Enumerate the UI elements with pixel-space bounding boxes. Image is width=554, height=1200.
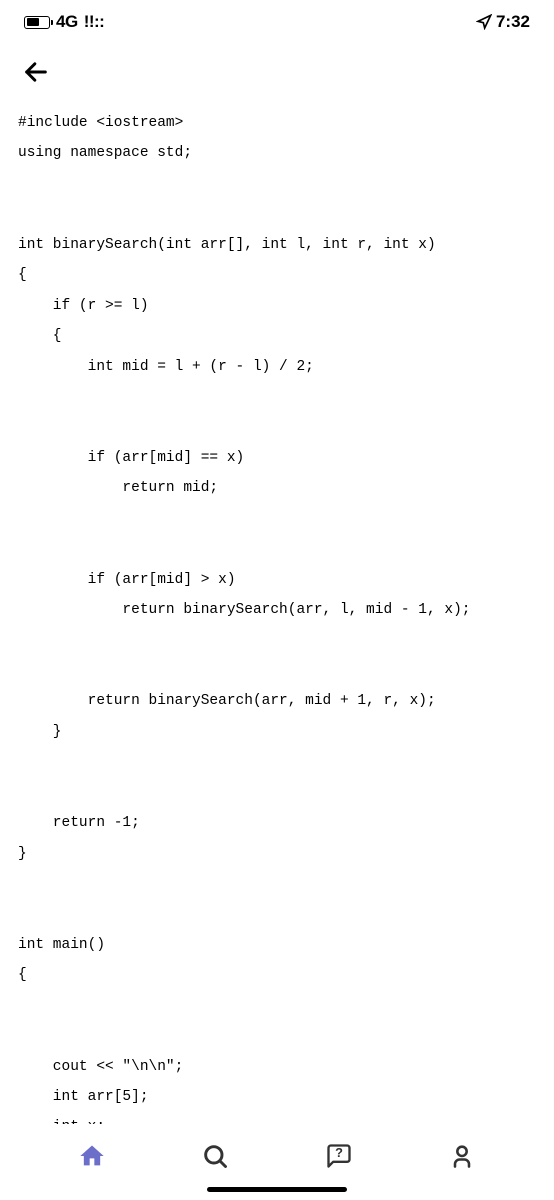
battery-icon xyxy=(24,16,50,29)
signal-strength-icon: !!:: xyxy=(84,12,105,32)
svg-text:?: ? xyxy=(335,1145,343,1160)
back-button[interactable] xyxy=(20,56,52,88)
home-icon xyxy=(78,1142,106,1170)
question-chat-icon: ? xyxy=(325,1142,353,1170)
status-left: 4G !!:: xyxy=(24,12,104,32)
home-indicator[interactable] xyxy=(207,1187,347,1192)
code-block: #include <iostream> using namespace std;… xyxy=(4,96,550,1124)
network-type: 4G xyxy=(56,12,78,32)
nav-profile[interactable] xyxy=(442,1136,482,1176)
status-bar: 4G !!:: 7:32 xyxy=(0,0,554,44)
location-icon xyxy=(476,14,492,30)
content-area[interactable]: #include <iostream> using namespace std;… xyxy=(0,96,554,1124)
status-right: 7:32 xyxy=(476,12,530,32)
search-icon xyxy=(201,1142,229,1170)
nav-search[interactable] xyxy=(195,1136,235,1176)
back-arrow-icon xyxy=(22,58,50,86)
clock-time: 7:32 xyxy=(496,12,530,32)
nav-home[interactable] xyxy=(72,1136,112,1176)
person-icon xyxy=(448,1142,476,1170)
header xyxy=(0,44,554,96)
nav-help[interactable]: ? xyxy=(319,1136,359,1176)
